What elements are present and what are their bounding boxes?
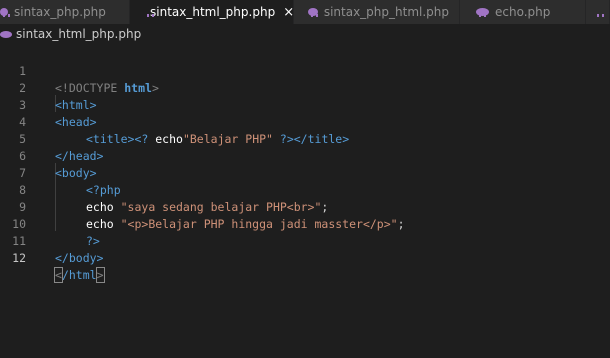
code-line: 2 <html> — [0, 63, 610, 112]
tab-overflow[interactable] — [586, 0, 610, 24]
tab-bar: sintax_php.php sintax_html_php.php × sin… — [0, 0, 610, 24]
code-line: 7 <?php — [0, 148, 610, 197]
breadcrumb: sintax_html_php.php — [0, 24, 610, 44]
line-number: 12 — [12, 251, 26, 265]
code-editor[interactable]: 1 <!DOCTYPE html> 2 <html> 3 <head> 4 <t… — [0, 44, 610, 358]
code-line: 3 <head> — [0, 80, 610, 129]
code-token: /html — [61, 268, 97, 282]
editor-window: sintax_php.php sintax_html_php.php × sin… — [0, 0, 610, 358]
code-text: </html> — [54, 267, 105, 284]
code-text: </body> — [55, 251, 104, 265]
tab-sintax-php-html[interactable]: sintax_php_html.php — [294, 0, 460, 24]
tab-echo[interactable]: echo.php — [460, 0, 586, 24]
bracket-match-open: < — [54, 267, 63, 283]
bracket-match-close: > — [95, 267, 105, 283]
breadcrumb-file[interactable]: sintax_html_php.php — [16, 27, 141, 41]
tab-label: sintax_php.php — [14, 5, 106, 19]
php-elephant-icon — [0, 30, 12, 38]
tab-label: sintax_php_html.php — [323, 5, 449, 19]
code-line: 9 echo "<p>Belajar PHP hingga jadi masst… — [0, 182, 610, 231]
code-line: 5 </head> — [0, 114, 610, 163]
tab-label: echo.php — [495, 5, 551, 19]
code-line: 12 </html> — [0, 233, 610, 283]
code-line: 10 ?> — [0, 199, 610, 248]
tab-label: sintax_html_php.php — [150, 5, 276, 19]
php-elephant-icon — [0, 8, 10, 17]
code-line: 11 </body> — [0, 216, 610, 265]
php-elephant-icon — [476, 8, 489, 17]
php-elephant-icon — [308, 8, 318, 17]
code-line: 4 <title><? echo"Belajar PHP" ?></title> — [0, 97, 610, 146]
close-icon[interactable]: × — [283, 5, 294, 20]
tab-sintax-php[interactable]: sintax_php.php — [0, 0, 130, 24]
code-line: 8 echo "saya sedang belajar PHP<br>"; — [0, 165, 610, 214]
code-line: 6 <body> — [0, 131, 610, 180]
tab-sintax-html-php[interactable]: sintax_html_php.php × — [130, 0, 294, 24]
code-line: 1 <!DOCTYPE html> — [0, 46, 610, 95]
